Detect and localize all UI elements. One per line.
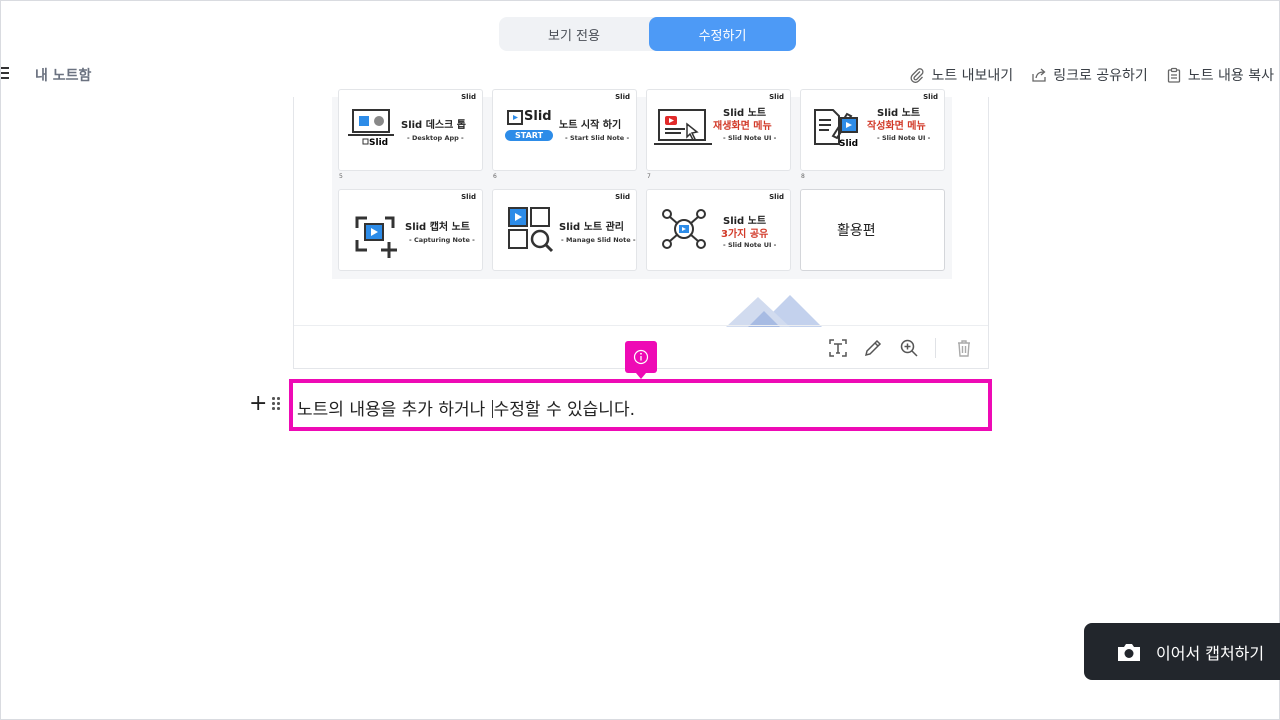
slide-card-share: Slid Slid 노트 3가지 공유 - Slid Note UI - bbox=[646, 189, 791, 271]
clipboard-icon bbox=[1167, 67, 1180, 83]
camera-icon bbox=[1118, 643, 1140, 661]
text-caret bbox=[491, 400, 493, 418]
slide-number: 7 bbox=[647, 173, 651, 180]
slide-card-editor-menu: Slid Slid Slid 노트 작성화면 메뉴 - Slid Note UI… bbox=[800, 89, 945, 180]
slide-card-subtitle: - Desktop App - bbox=[407, 134, 464, 142]
continue-capture-button[interactable]: 이어서 캡처하기 bbox=[1084, 623, 1280, 680]
note-text[interactable]: 노트의 내용을 추가 하거나 수정할 수 있습니다. bbox=[297, 395, 635, 420]
app-frame: 보기 전용 수정하기 내 노트함 노트 내보내기 링크로 공유하기 노트 내용 … bbox=[0, 0, 1280, 720]
slide-card-manage-note: Slid Slid 노트 관리 - Manage Slid Note - bbox=[492, 189, 637, 271]
captured-slide-image: Slid Slid Slid 데스크 톱 - Desktop App - 5 S… bbox=[332, 89, 952, 279]
capture-frame-icon bbox=[355, 216, 397, 258]
slid-brand-label: Slid bbox=[769, 93, 784, 101]
zoom-in-icon[interactable] bbox=[899, 338, 919, 358]
slide-card-subtitle: - Manage Slid Note - bbox=[561, 236, 636, 244]
trash-icon[interactable] bbox=[954, 338, 974, 358]
paperclip-icon bbox=[910, 68, 924, 83]
slid-brand-label: Slid bbox=[615, 193, 630, 201]
slid-logo-text: Slid bbox=[524, 109, 552, 124]
edit-mode-button[interactable]: 수정하기 bbox=[649, 17, 796, 51]
slid-brand-label: Slid bbox=[461, 193, 476, 201]
slide-card-title-line2: 3가지 공유 bbox=[721, 225, 768, 240]
text-extract-icon[interactable] bbox=[828, 338, 848, 358]
slide-card-subtitle: - Slid Note UI - bbox=[723, 241, 777, 249]
note-text-after-caret: 수정할 수 있습니다. bbox=[493, 400, 635, 420]
grid-search-icon bbox=[508, 207, 554, 253]
slide-number: 5 bbox=[339, 173, 343, 180]
note-text-block[interactable]: 노트의 내용을 추가 하거나 수정할 수 있습니다. bbox=[289, 379, 992, 431]
start-badge: START bbox=[505, 130, 554, 141]
copy-content-button[interactable]: 노트 내용 복사 bbox=[1166, 65, 1274, 85]
mode-toggle: 보기 전용 수정하기 bbox=[499, 17, 796, 51]
my-notes-link[interactable]: 내 노트함 bbox=[35, 65, 91, 85]
captured-image-block[interactable]: Slid Slid Slid 데스크 톱 - Desktop App - 5 S… bbox=[293, 89, 989, 369]
header-actions: 노트 내보내기 링크로 공유하기 노트 내용 복사 bbox=[909, 65, 1274, 85]
drag-handle-icon[interactable] bbox=[272, 397, 282, 411]
slide-card-desktop-app: Slid Slid Slid 데스크 톱 - Desktop App - 5 bbox=[338, 89, 483, 180]
monitor-icon bbox=[654, 109, 712, 145]
share-highlight: 3가지 공유 bbox=[721, 229, 769, 240]
note-text-before-caret: 노트의 내용을 추가 하거나 bbox=[297, 400, 491, 420]
slide-card-title: 노트 시작 하기 bbox=[559, 120, 622, 131]
svg-text:Slid: Slid bbox=[369, 138, 388, 148]
laptop-icon: Slid bbox=[348, 109, 394, 148]
slid-brand-label: Slid bbox=[923, 93, 938, 101]
share-link-button[interactable]: 링크로 공유하기 bbox=[1031, 65, 1148, 85]
slid-logo-icon bbox=[507, 110, 523, 125]
svg-text:Slid: Slid bbox=[839, 139, 858, 149]
pencil-icon[interactable] bbox=[863, 338, 883, 358]
export-note-button[interactable]: 노트 내보내기 bbox=[909, 65, 1013, 85]
add-block-button[interactable]: + bbox=[249, 393, 267, 415]
slid-brand-label: Slid bbox=[615, 93, 630, 101]
share-icon bbox=[1032, 68, 1046, 82]
note-pen-icon: Slid bbox=[814, 109, 858, 149]
export-note-label: 노트 내보내기 bbox=[931, 68, 1014, 84]
toolbar-divider bbox=[935, 338, 936, 358]
slide-card-title: Slid 데스크 톱 bbox=[401, 120, 466, 131]
slide-number: 8 bbox=[801, 173, 805, 180]
slide-card-title-line2: 작성화면 메뉴 bbox=[867, 121, 926, 132]
share-link-label: 링크로 공유하기 bbox=[1053, 68, 1148, 84]
info-badge bbox=[625, 341, 657, 379]
slide-card-title: Slid 노트 관리 bbox=[559, 222, 624, 233]
slide-card-title: 활용편 bbox=[837, 223, 876, 239]
decorative-triangles bbox=[726, 295, 822, 327]
slide-card-subtitle: - Capturing Note - bbox=[409, 236, 475, 244]
menu-icon[interactable] bbox=[1, 67, 11, 81]
slide-card-capturing-note: Slid Slid 캡처 노트 - Capturing Note - bbox=[338, 189, 483, 271]
slide-card-player-menu: Slid Slid 노트 재생화면 메뉴 - Slid Note UI - 7 bbox=[646, 89, 791, 180]
slid-brand-label: Slid bbox=[769, 193, 784, 201]
slid-brand-label: Slid bbox=[461, 93, 476, 101]
slide-number: 6 bbox=[493, 173, 497, 180]
slide-card-title-line2: 재생화면 메뉴 bbox=[713, 121, 772, 132]
slide-card-title: Slid 캡처 노트 bbox=[405, 222, 470, 233]
slide-card-start-note: Slid Slid START 노트 시작 하기 - Start Slid No… bbox=[492, 89, 637, 180]
network-share-icon bbox=[662, 209, 706, 249]
continue-capture-label: 이어서 캡처하기 bbox=[1156, 643, 1265, 663]
slide-card-usage: 활용편 bbox=[800, 189, 945, 271]
copy-content-label: 노트 내용 복사 bbox=[1187, 68, 1274, 84]
slide-card-subtitle: - Start Slid Note - bbox=[565, 134, 630, 142]
slide-card-subtitle: - Slid Note UI - bbox=[723, 134, 777, 142]
slide-card-subtitle: - Slid Note UI - bbox=[877, 134, 931, 142]
view-only-button[interactable]: 보기 전용 bbox=[499, 17, 649, 51]
info-icon bbox=[633, 349, 649, 365]
